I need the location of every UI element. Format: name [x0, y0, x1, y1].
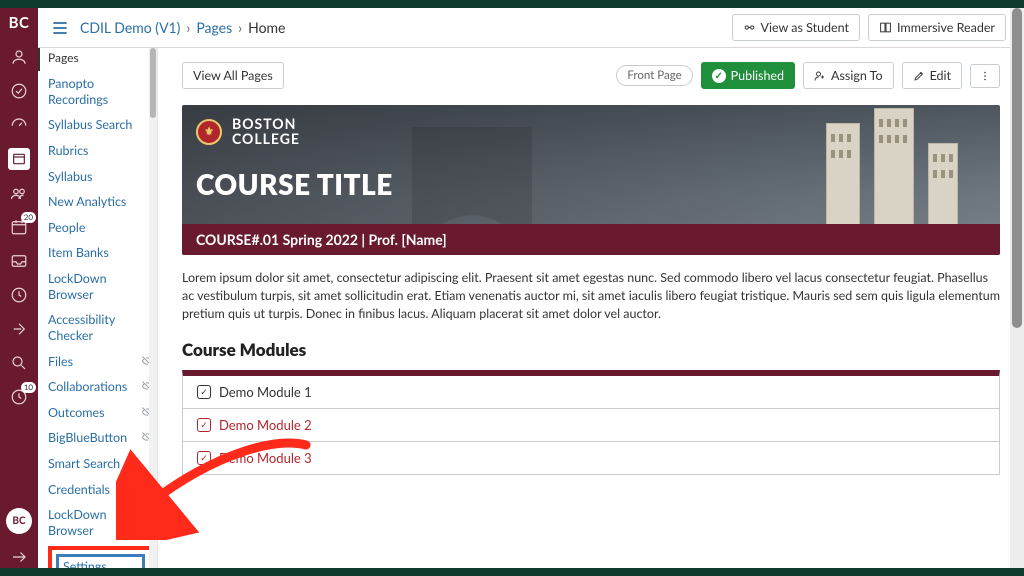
module-check-icon: ✓ [197, 418, 211, 432]
module-row[interactable]: ✓Demo Module 2 [183, 409, 999, 442]
modules-heading: Course Modules [182, 339, 1000, 360]
edit-button[interactable]: Edit [902, 62, 962, 89]
menu-panopto[interactable]: Panopto Recordings [48, 71, 153, 112]
assign-to-button[interactable]: Assign To [803, 62, 894, 89]
action-bar: View All Pages Front Page ✓ Published Ass… [182, 62, 1000, 89]
menu-smart-search[interactable]: Smart Search [48, 451, 153, 477]
chevron-right-icon: › [238, 19, 242, 36]
published-button[interactable]: ✓ Published [701, 62, 795, 89]
menu-settings[interactable]: Settings [56, 554, 145, 569]
course-menu-scroll-thumb[interactable] [150, 48, 156, 118]
banner-brand: BOSTON COLLEGE [232, 117, 300, 146]
more-options-button[interactable] [970, 64, 1000, 88]
module-row[interactable]: ✓Demo Module 3 [183, 442, 999, 474]
page-scrollbar[interactable] [1010, 8, 1024, 568]
history-icon[interactable] [8, 284, 30, 306]
crumb-current: Home [248, 19, 285, 36]
module-row[interactable]: ✓Demo Module 1 [183, 376, 999, 409]
commons-icon[interactable] [8, 318, 30, 340]
page-scroll-thumb[interactable] [1012, 8, 1022, 328]
breadcrumb: CDIL Demo (V1) › Pages › Home [80, 19, 285, 36]
calendar-icon[interactable]: 20 [8, 216, 30, 238]
main-content: View All Pages Front Page ✓ Published Ass… [158, 48, 1018, 568]
bc-logo[interactable]: BC [9, 14, 30, 32]
course-menu-scrollbar[interactable] [149, 48, 157, 568]
module-check-icon: ✓ [197, 385, 211, 399]
help-icon[interactable]: 10 [8, 386, 30, 408]
settings-highlight: Settings [48, 546, 153, 569]
crumb-course[interactable]: CDIL Demo (V1) [80, 19, 180, 36]
course-title: COURSE TITLE [196, 167, 393, 201]
bc-circle-icon[interactable]: BC [6, 508, 32, 534]
menu-credentials[interactable]: Credentials [48, 477, 153, 503]
bc-shield-icon: ⚜ [196, 119, 222, 145]
search-icon[interactable] [8, 352, 30, 374]
course-menu: Pages Panopto Recordings Syllabus Search… [38, 48, 158, 568]
course-description: Lorem ipsum dolor sit amet, consectetur … [182, 269, 1000, 323]
calendar-badge: 20 [21, 212, 36, 223]
menu-syllabus[interactable]: Syllabus [48, 164, 153, 190]
course-banner: ⚜ BOSTON COLLEGE COURSE TITLE COURSE#.01… [182, 105, 1000, 255]
inbox-icon[interactable] [8, 250, 30, 272]
immersive-reader-button[interactable]: Immersive Reader [868, 14, 1006, 41]
global-nav: BC 20 10 BC [0, 8, 38, 568]
menu-files[interactable]: Files [48, 349, 153, 375]
account-icon[interactable] [8, 46, 30, 68]
dashboard-icon[interactable] [8, 114, 30, 136]
modules-box: ✓Demo Module 1 ✓Demo Module 2 ✓Demo Modu… [182, 370, 1000, 475]
view-all-pages-button[interactable]: View All Pages [182, 62, 284, 89]
edit-label: Edit [930, 68, 951, 83]
menu-item-banks[interactable]: Item Banks [48, 240, 153, 266]
menu-outcomes[interactable]: Outcomes [48, 400, 153, 426]
menu-header-pages[interactable]: Pages [38, 48, 153, 71]
view-as-student-button[interactable]: View as Student [732, 14, 861, 41]
menu-collaborations[interactable]: Collaborations [48, 374, 153, 400]
course-strip: COURSE#.01 Spring 2022 | Prof. [Name] [182, 224, 1000, 255]
view-as-student-label: View as Student [761, 20, 850, 35]
top-bar: CDIL Demo (V1) › Pages › Home View as St… [38, 8, 1018, 48]
menu-lockdown-browser-2[interactable]: LockDown Browser [48, 502, 153, 543]
check-icon: ✓ [712, 69, 726, 83]
published-label: Published [731, 68, 784, 83]
menu-rubrics[interactable]: Rubrics [48, 138, 153, 164]
menu-lockdown-browser[interactable]: LockDown Browser [48, 266, 153, 307]
module-check-icon: ✓ [197, 451, 211, 465]
menu-people[interactable]: People [48, 215, 153, 241]
front-page-badge: Front Page [616, 65, 692, 86]
groups-icon[interactable] [8, 182, 30, 204]
hamburger-icon[interactable] [50, 18, 70, 38]
menu-new-analytics[interactable]: New Analytics [48, 189, 153, 215]
admin-icon[interactable] [8, 80, 30, 102]
assign-to-label: Assign To [831, 68, 883, 83]
collapse-icon[interactable] [8, 546, 30, 568]
courses-icon[interactable] [8, 148, 30, 170]
menu-accessibility-checker[interactable]: Accessibility Checker [48, 307, 153, 348]
immersive-reader-label: Immersive Reader [897, 20, 995, 35]
chevron-right-icon: › [186, 19, 190, 36]
help-badge: 10 [21, 382, 36, 393]
crumb-section[interactable]: Pages [196, 19, 232, 36]
menu-bigbluebutton[interactable]: BigBlueButton [48, 425, 153, 451]
menu-syllabus-search[interactable]: Syllabus Search [48, 112, 153, 138]
